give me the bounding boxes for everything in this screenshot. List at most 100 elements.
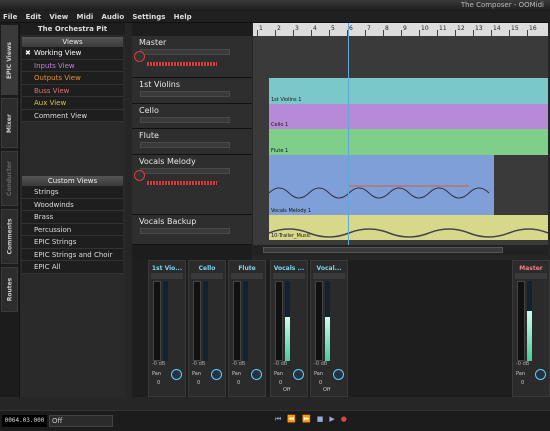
track-controls[interactable] (140, 117, 230, 123)
timeline-ruler[interactable]: 1 2 3 4 5 6 7 8 9 10 11 12 13 14 15 16 (253, 23, 548, 36)
snap-select[interactable]: Off (49, 415, 113, 427)
menu-file[interactable]: File (0, 11, 20, 23)
view-item[interactable]: Buss View (22, 84, 123, 97)
vu-meter (527, 281, 532, 361)
menu-help[interactable]: Help (171, 11, 195, 23)
volume-fader[interactable] (193, 281, 201, 361)
menu-midi[interactable]: Midi (74, 11, 97, 23)
tab-routes[interactable]: Routes (1, 267, 18, 312)
db-readout: -0 dB (516, 361, 530, 367)
view-item[interactable]: ✖ Working View (22, 47, 123, 60)
pan-knob[interactable] (171, 369, 182, 380)
volume-fader[interactable] (233, 281, 241, 361)
track-name: Vocals Melody (139, 157, 196, 166)
playback-cursor[interactable] (348, 23, 349, 245)
strip-selector[interactable] (151, 273, 183, 279)
strip-selector[interactable] (231, 273, 263, 279)
strip-name: Vocal... (316, 265, 342, 272)
horizontal-scrollbar[interactable] (253, 245, 548, 255)
tab-epic-views[interactable]: EPIC Views (1, 25, 18, 95)
db-readout: -0 dB (192, 361, 206, 367)
view-item[interactable]: Outputs View (22, 72, 123, 85)
view-label: Working View (34, 49, 82, 57)
stop-icon[interactable]: ■ (317, 415, 324, 424)
volume-fader[interactable] (153, 281, 161, 361)
custom-view-item[interactable]: Strings (22, 186, 123, 199)
strip-name: Master (519, 265, 543, 272)
custom-view-item[interactable]: Woodwinds (22, 198, 123, 211)
menu-settings[interactable]: Settings (129, 11, 168, 23)
track-header[interactable]: 1st Violins (132, 78, 252, 104)
track-controls[interactable] (140, 142, 230, 148)
forward-icon[interactable]: ⏩ (302, 415, 311, 424)
ruler-tick (401, 30, 402, 36)
vu-meter (243, 281, 248, 361)
volume-knob[interactable] (134, 51, 145, 62)
menu-edit[interactable]: Edit (23, 11, 45, 23)
window-title: The Composer - OOMidi (460, 1, 544, 9)
track-name: Flute (139, 131, 159, 140)
tab-label: Conductor (6, 161, 13, 196)
track-name: Master (139, 38, 167, 47)
custom-view-item[interactable]: Brass (22, 211, 123, 224)
custom-views-list: Strings Woodwinds Brass Percussion EPIC Stri… (20, 186, 125, 274)
track-header[interactable]: Cello (132, 104, 252, 129)
vu-meter (163, 281, 168, 361)
track-header[interactable]: Flute (132, 129, 252, 155)
pan-knob[interactable] (251, 369, 262, 380)
track-controls[interactable] (140, 168, 230, 174)
volume-fader[interactable] (275, 281, 283, 361)
tab-comments[interactable]: Comments (1, 209, 18, 264)
view-item[interactable]: Aux View (22, 97, 123, 110)
strip-selector[interactable] (273, 273, 305, 279)
custom-view-item[interactable]: EPIC Strings and Choir (22, 248, 123, 261)
pan-knob[interactable] (333, 369, 344, 380)
view-item[interactable]: Inputs View (22, 59, 123, 72)
track-name: Cello (139, 106, 159, 115)
ruler-tick (437, 30, 438, 36)
custom-view-item[interactable]: Percussion (22, 223, 123, 236)
db-readout: -0 dB (152, 361, 166, 367)
rewind-start-icon[interactable]: ⏮ (275, 415, 281, 424)
pan-knob[interactable] (211, 369, 222, 380)
volume-fader[interactable] (517, 281, 525, 361)
view-label: Buss View (34, 86, 70, 95)
track-header[interactable]: Vocals Melody (132, 155, 252, 215)
play-icon[interactable]: ▶ (329, 415, 334, 424)
views-header: Views (22, 37, 123, 47)
mixer-strip: Vocal... -0 dB Pan 0 Off (310, 260, 348, 397)
rewind-icon[interactable]: ⏪ (287, 415, 296, 424)
strip-selector[interactable] (515, 273, 547, 279)
automation-mode[interactable]: Off (323, 387, 330, 393)
track-header[interactable]: Vocals Backup (132, 215, 252, 245)
view-label: Aux View (34, 99, 67, 107)
arranger-canvas[interactable]: 1 2 3 4 5 6 7 8 9 10 11 12 13 14 15 16 1st Violins 1 Cel… (253, 23, 548, 245)
track-header[interactable]: Master (132, 36, 252, 78)
volume-fader[interactable] (315, 281, 323, 361)
pan-knob[interactable] (293, 369, 304, 380)
vu-meter (285, 281, 290, 361)
arrange-part[interactable]: Cello 1 (269, 104, 548, 129)
record-icon[interactable]: ● (341, 415, 347, 424)
tab-mixer[interactable]: Mixer (1, 98, 18, 148)
view-item[interactable]: Comment View (22, 109, 123, 122)
track-controls[interactable] (140, 91, 230, 97)
ruler-number: 3 (295, 25, 299, 32)
arrange-part[interactable]: Flute 1 (269, 129, 548, 155)
automation-mode[interactable]: Off (283, 387, 290, 393)
strip-selector[interactable] (313, 273, 345, 279)
tab-conductor[interactable]: Conductor (1, 151, 18, 206)
strip-selector[interactable] (191, 273, 223, 279)
volume-knob[interactable] (134, 170, 145, 181)
ruler-tick (275, 30, 276, 36)
menu-audio[interactable]: Audio (99, 11, 128, 23)
custom-view-item[interactable]: EPIC All (22, 261, 123, 274)
track-controls[interactable] (140, 228, 230, 234)
pan-knob[interactable] (535, 369, 546, 380)
menu-view[interactable]: View (46, 11, 71, 23)
custom-view-item[interactable]: EPIC Strings (22, 236, 123, 249)
ruler-number: 7 (367, 25, 371, 32)
views-list: ✖ Working View Inputs View Outputs View Buss… (20, 47, 125, 122)
track-controls[interactable] (140, 49, 230, 55)
arrange-part[interactable]: 1st Violins 1 (269, 78, 548, 104)
